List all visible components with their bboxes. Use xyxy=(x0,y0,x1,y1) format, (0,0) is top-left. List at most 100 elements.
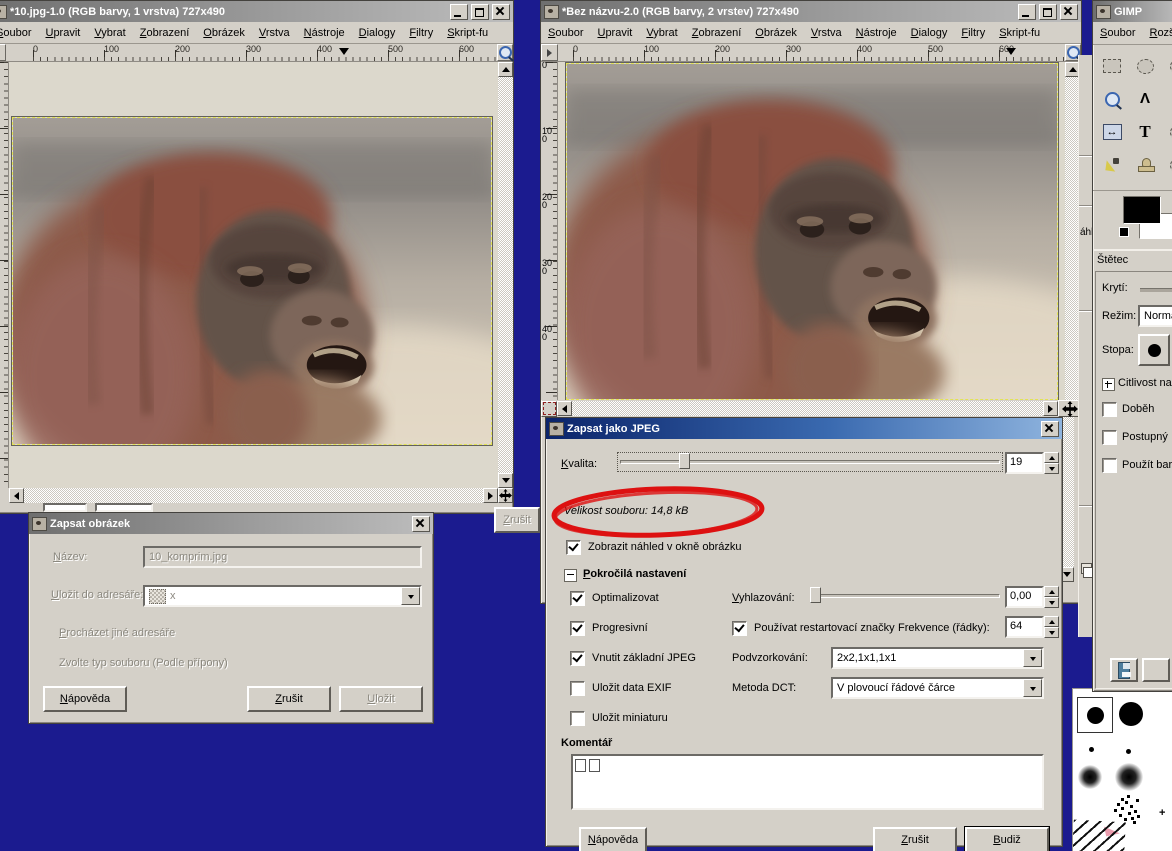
close-button[interactable] xyxy=(412,516,430,532)
menu-item[interactable]: Filtry xyxy=(402,24,440,42)
help-button[interactable]: Nápověda xyxy=(579,827,647,851)
scroll-left-button[interactable] xyxy=(557,401,572,416)
ink-tool[interactable] xyxy=(1097,150,1127,180)
save-button[interactable]: Uložit xyxy=(339,686,423,712)
lasso-select-tool[interactable] xyxy=(1163,51,1172,81)
spin-up-button[interactable] xyxy=(1044,452,1059,463)
scroll-up-button[interactable] xyxy=(498,62,513,77)
progressive-checkbox[interactable] xyxy=(570,621,585,636)
rect-select-tool[interactable] xyxy=(1097,51,1127,81)
menu-item[interactable]: Rozš xyxy=(1142,24,1172,42)
minimize-button[interactable] xyxy=(450,4,468,20)
scroll-right-button[interactable] xyxy=(483,488,498,503)
subsampling-combobox[interactable]: 2x2,1x1,1x1 xyxy=(831,647,1044,669)
exif-checkbox[interactable] xyxy=(570,681,585,696)
browse-folders-expander[interactable]: Procházet jiné adresáře xyxy=(59,627,175,639)
menu-item[interactable]: Nástroje xyxy=(297,24,352,42)
menu-item[interactable]: Upravit xyxy=(38,24,87,42)
brush-item[interactable] xyxy=(1119,702,1143,726)
smoothing-spin-arrows[interactable] xyxy=(1044,586,1059,608)
default-colors-icon[interactable] xyxy=(1119,227,1129,237)
sensitivity-expander[interactable] xyxy=(1102,378,1115,391)
brush-item-fuzzy[interactable] xyxy=(1115,763,1143,791)
menu-item[interactable]: Upravit xyxy=(590,24,639,42)
file-type-expander[interactable]: Zvolte typ souboru (Podle přípony) xyxy=(59,657,228,669)
dct-combobox[interactable]: V plovoucí řádové čárce xyxy=(831,677,1044,699)
menu-item[interactable]: Vybrat xyxy=(639,24,684,42)
zoom-tool[interactable] xyxy=(1097,84,1127,114)
foreground-color-swatch[interactable] xyxy=(1123,196,1161,224)
cancel-button[interactable]: Zrušit xyxy=(247,686,331,712)
orangutan-image[interactable] xyxy=(12,117,492,445)
brush-item-selected[interactable] xyxy=(1077,697,1113,733)
restart-markers-checkbox[interactable] xyxy=(732,621,747,636)
orangutan-image[interactable] xyxy=(566,63,1058,400)
smoothing-slider[interactable] xyxy=(808,587,1002,605)
menu-item[interactable]: Dialogy xyxy=(904,24,955,42)
brush-item-pencil-sketch[interactable] xyxy=(1072,820,1126,851)
brush-item[interactable] xyxy=(1089,747,1094,752)
spin-down-button[interactable] xyxy=(1044,597,1059,608)
hscroll-track[interactable] xyxy=(24,488,483,503)
jpeg-dialog-titlebar[interactable]: Zapsat jako JPEG xyxy=(546,418,1062,439)
menu-item[interactable]: Vybrat xyxy=(87,24,132,42)
spin-up-button[interactable] xyxy=(1044,586,1059,597)
thumbnail-checkbox[interactable] xyxy=(570,711,585,726)
color-picker-tool[interactable] xyxy=(1163,117,1172,147)
clone-tool[interactable] xyxy=(1130,150,1160,180)
incremental-checkbox[interactable] xyxy=(1102,430,1117,445)
left-canvas[interactable] xyxy=(9,62,498,488)
smoothing-slider-handle[interactable] xyxy=(810,587,821,603)
dropdown-arrow-button[interactable] xyxy=(401,587,420,605)
quality-spinbox[interactable]: 19 xyxy=(1005,452,1044,474)
save-options-button[interactable] xyxy=(1110,658,1138,682)
frequency-spin-arrows[interactable] xyxy=(1044,616,1059,638)
opacity-slider[interactable] xyxy=(1140,288,1172,292)
restore-options-button[interactable] xyxy=(1142,658,1170,682)
optimize-checkbox[interactable] xyxy=(570,591,585,606)
right-horizontal-scrollbar[interactable] xyxy=(541,400,1081,417)
hidden-cancel-button[interactable]: Zrušit xyxy=(494,507,540,533)
toolbox-titlebar[interactable]: GIMP xyxy=(1093,1,1172,22)
spin-up-button[interactable] xyxy=(1044,616,1059,627)
blur-tool[interactable] xyxy=(1163,150,1172,180)
menu-item[interactable]: Skript-fu xyxy=(992,24,1047,42)
menu-item[interactable]: Skript-fu xyxy=(440,24,495,42)
vscroll-track[interactable] xyxy=(498,77,513,473)
maximize-button[interactable] xyxy=(471,4,489,20)
text-tool[interactable]: T xyxy=(1130,117,1160,147)
measure-tool[interactable]: Λ xyxy=(1130,84,1160,114)
dropdown-arrow-button[interactable] xyxy=(1023,649,1042,667)
menu-item[interactable]: Soubor xyxy=(0,24,38,42)
fade-checkbox[interactable] xyxy=(1102,402,1117,417)
ok-button[interactable]: Budiž xyxy=(965,827,1049,851)
scroll-right-button[interactable] xyxy=(1043,401,1058,416)
advanced-expander-toggle[interactable] xyxy=(564,569,577,582)
close-button[interactable] xyxy=(1060,4,1078,20)
left-vertical-scrollbar[interactable] xyxy=(498,62,513,488)
close-button[interactable] xyxy=(492,4,510,20)
save-dialog-titlebar[interactable]: Zapsat obrázek xyxy=(29,513,433,534)
close-button[interactable] xyxy=(1041,421,1059,437)
scroll-down-button[interactable] xyxy=(498,473,513,488)
menu-item[interactable]: Soubor xyxy=(541,24,590,42)
scroll-left-button[interactable] xyxy=(9,488,24,503)
menu-item[interactable]: Dialogy xyxy=(352,24,403,42)
frequency-spinbox[interactable]: 64 xyxy=(1005,616,1044,638)
baseline-checkbox[interactable] xyxy=(570,651,585,666)
save-folder-combobox[interactable]: x xyxy=(143,585,422,607)
zoom-percent-box[interactable] xyxy=(43,503,87,512)
menu-item[interactable]: Obrázek xyxy=(196,24,252,42)
right-window-titlebar[interactable]: *Bez názvu-2.0 (RGB barvy, 2 vrstev) 727… xyxy=(541,1,1081,22)
menu-item[interactable]: Filtry xyxy=(954,24,992,42)
gradient-checkbox[interactable] xyxy=(1102,458,1117,473)
quality-slider-handle[interactable] xyxy=(679,453,690,469)
menu-item[interactable]: Obrázek xyxy=(748,24,804,42)
navigation-cross-button[interactable] xyxy=(498,488,513,503)
spin-down-button[interactable] xyxy=(1044,627,1059,638)
move-tool[interactable]: ✛ xyxy=(1163,84,1172,114)
left-horizontal-scrollbar[interactable] xyxy=(0,488,513,503)
comment-textarea[interactable] xyxy=(571,754,1044,810)
spin-down-button[interactable] xyxy=(1044,463,1059,474)
advanced-settings-label[interactable]: Pokročilá nastavení xyxy=(583,568,686,580)
